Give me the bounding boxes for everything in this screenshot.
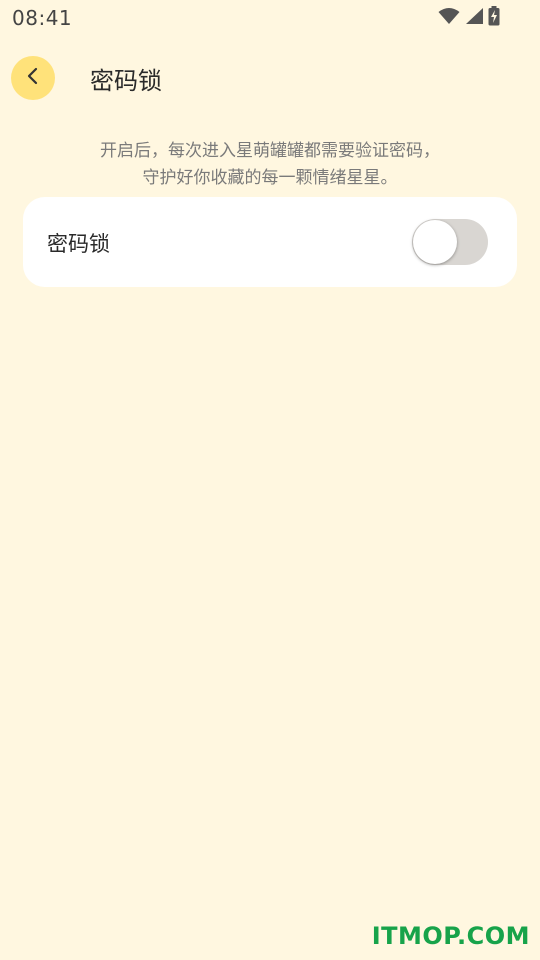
description-line-2: 守护好你收藏的每一颗情绪星星。 bbox=[142, 168, 398, 188]
chevron-left-icon bbox=[25, 66, 41, 90]
toggle-knob bbox=[413, 220, 457, 264]
page-title: 密码锁 bbox=[90, 67, 162, 95]
back-button[interactable] bbox=[11, 56, 55, 100]
description-line-1: 开启后，每次进入星萌罐罐都需要验证密码， bbox=[100, 141, 440, 161]
password-lock-setting-card: 密码锁 bbox=[23, 197, 517, 287]
password-lock-label: 密码锁 bbox=[47, 232, 110, 256]
wifi-icon bbox=[438, 7, 460, 25]
signal-icon bbox=[464, 7, 484, 25]
battery-charging-icon bbox=[488, 6, 500, 26]
description-text: 开启后，每次进入星萌罐罐都需要验证密码， 守护好你收藏的每一颗情绪星星。 bbox=[0, 138, 540, 192]
status-icons bbox=[438, 6, 500, 26]
status-time: 08:41 bbox=[12, 6, 73, 30]
header: 密码锁 bbox=[0, 52, 540, 104]
status-bar: 08:41 bbox=[0, 0, 540, 36]
password-lock-toggle[interactable] bbox=[412, 219, 488, 265]
watermark: ITMOP.COM bbox=[371, 922, 530, 950]
